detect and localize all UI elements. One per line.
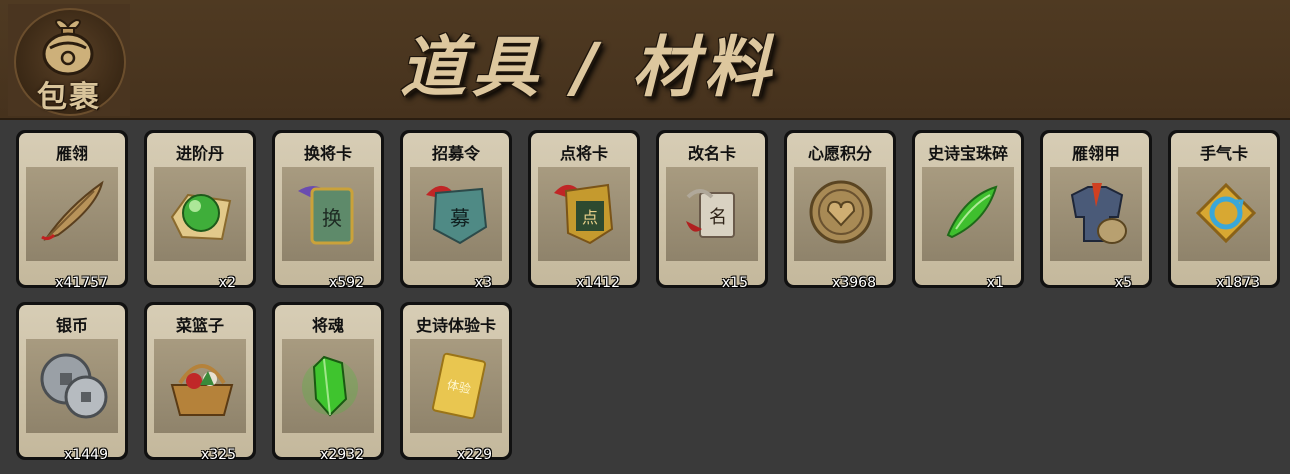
item-name: 史诗宝珠碎 bbox=[927, 144, 1008, 163]
item-card[interactable]: 招募令募 x3 bbox=[400, 130, 512, 291]
item-card[interactable]: 雁翎甲 x5 bbox=[1040, 130, 1152, 291]
item-slot: x2 bbox=[154, 167, 246, 291]
bag-icon bbox=[42, 18, 94, 76]
item-card[interactable]: 菜篮子 x325 bbox=[144, 302, 256, 463]
heart-coin-icon bbox=[809, 180, 873, 244]
item-card[interactable]: 银币 x1449 bbox=[16, 302, 128, 463]
swap-general-card-icon: 换 bbox=[298, 186, 354, 245]
green-orb-icon bbox=[170, 193, 232, 241]
select-general-card-icon: 点 bbox=[554, 183, 614, 245]
item-card-frame: 进阶丹 x2 bbox=[147, 133, 253, 291]
basket-icon bbox=[170, 364, 234, 416]
svg-text:募: 募 bbox=[450, 206, 470, 230]
item-card-frame: 银币 x1449 bbox=[19, 305, 125, 463]
item-slot: x5 bbox=[1050, 167, 1142, 291]
item-count: x592 bbox=[328, 275, 364, 291]
item-count: x325 bbox=[200, 447, 236, 463]
item-slot: x1 bbox=[922, 167, 1014, 291]
item-name: 银币 bbox=[55, 316, 88, 335]
armor-icon bbox=[1070, 183, 1127, 244]
svg-text:点: 点 bbox=[582, 208, 598, 227]
item-count: x2932 bbox=[320, 447, 364, 463]
item-count: x15 bbox=[721, 275, 748, 291]
item-count: x3968 bbox=[832, 275, 876, 291]
soul-crystal-icon bbox=[302, 355, 358, 417]
bag-tab-button[interactable]: 包裹 bbox=[8, 4, 130, 116]
rename-scroll-icon: 名 bbox=[686, 189, 735, 238]
green-shard-icon bbox=[946, 185, 998, 239]
item-count: x1412 bbox=[576, 275, 620, 291]
item-card-frame: 手气卡 x1873 bbox=[1171, 133, 1277, 291]
item-count: x41757 bbox=[55, 275, 108, 291]
luck-card-icon bbox=[1195, 182, 1257, 244]
feather-icon bbox=[41, 180, 104, 241]
item-slot: 换 x592 bbox=[282, 167, 374, 291]
item-count: x5 bbox=[1114, 275, 1132, 291]
item-name: 点将卡 bbox=[559, 144, 608, 163]
item-card-frame: 心愿积分 x3968 bbox=[787, 133, 893, 291]
item-slot: x1449 bbox=[26, 339, 118, 463]
item-name: 手气卡 bbox=[1199, 144, 1248, 163]
gold-card-icon: 体验 bbox=[431, 352, 487, 419]
item-name: 招募令 bbox=[431, 144, 480, 163]
item-name: 史诗体验卡 bbox=[415, 316, 496, 335]
item-count: x2 bbox=[218, 275, 236, 291]
item-card[interactable]: 换将卡换 x592 bbox=[272, 130, 384, 291]
item-name: 雁翎甲 bbox=[1071, 144, 1120, 163]
item-name: 心愿积分 bbox=[807, 144, 872, 163]
item-card-frame: 将魂 x2932 bbox=[275, 305, 381, 463]
item-slot: 名 x15 bbox=[666, 167, 758, 291]
item-card-frame: 史诗体验卡体验 x229 bbox=[403, 305, 509, 463]
page-title: 道具 / 材料 bbox=[400, 29, 777, 106]
item-name: 将魂 bbox=[311, 316, 344, 335]
item-name: 换将卡 bbox=[303, 144, 352, 163]
item-slot: x2932 bbox=[282, 339, 374, 463]
svg-text:名: 名 bbox=[709, 207, 727, 228]
item-name: 雁翎 bbox=[55, 144, 88, 163]
item-card-frame: 招募令募 x3 bbox=[403, 133, 509, 291]
item-slot: 体验 x229 bbox=[410, 339, 502, 463]
item-count: x3 bbox=[474, 275, 492, 291]
item-slot: 点 x1412 bbox=[538, 167, 630, 291]
inventory-header: 包裹 道具 / 材料 bbox=[0, 0, 1290, 120]
item-card[interactable]: 手气卡 x1873 bbox=[1168, 130, 1280, 291]
item-slot: x3968 bbox=[794, 167, 886, 291]
svg-text:换: 换 bbox=[322, 206, 342, 230]
item-count: x1 bbox=[986, 275, 1004, 291]
item-count: x1873 bbox=[1216, 275, 1260, 291]
item-card[interactable]: 雁翎 x41757 bbox=[16, 130, 128, 291]
item-card-frame: 雁翎甲 x5 bbox=[1043, 133, 1149, 291]
item-card-frame: 雁翎 x41757 bbox=[19, 133, 125, 291]
item-count: x1449 bbox=[64, 447, 108, 463]
item-card-frame: 换将卡换 x592 bbox=[275, 133, 381, 291]
item-card[interactable]: 将魂 x2932 bbox=[272, 302, 384, 463]
item-name: 菜篮子 bbox=[175, 316, 224, 335]
item-slot: x41757 bbox=[26, 167, 118, 291]
item-card[interactable]: 改名卡名 x15 bbox=[656, 130, 768, 291]
bag-label: 包裹 bbox=[37, 80, 101, 115]
item-card[interactable]: 心愿积分 x3968 bbox=[784, 130, 896, 291]
item-card[interactable]: 进阶丹 x2 bbox=[144, 130, 256, 291]
item-card[interactable]: 史诗体验卡体验 x229 bbox=[400, 302, 512, 463]
item-card-frame: 点将卡点 x1412 bbox=[531, 133, 637, 291]
silver-coins-icon bbox=[40, 353, 108, 419]
recruit-token-icon: 募 bbox=[426, 185, 488, 245]
item-card[interactable]: 史诗宝珠碎 x1 bbox=[912, 130, 1024, 291]
item-card-frame: 史诗宝珠碎 x1 bbox=[915, 133, 1021, 291]
item-slot: x325 bbox=[154, 339, 246, 463]
item-card-frame: 菜篮子 x325 bbox=[147, 305, 253, 463]
item-name: 进阶丹 bbox=[175, 144, 224, 163]
item-card[interactable]: 点将卡点 x1412 bbox=[528, 130, 640, 291]
item-card-frame: 改名卡名 x15 bbox=[659, 133, 765, 291]
item-count: x229 bbox=[456, 447, 492, 463]
item-name: 改名卡 bbox=[687, 144, 736, 163]
item-slot: x1873 bbox=[1178, 167, 1270, 291]
item-slot: 募 x3 bbox=[410, 167, 502, 291]
